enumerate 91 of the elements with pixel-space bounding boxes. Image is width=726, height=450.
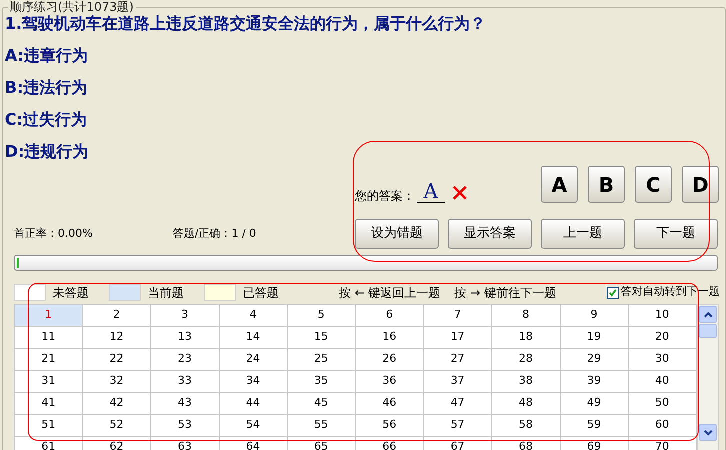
question-number-cell[interactable]: 59 bbox=[560, 415, 629, 437]
chevron-down-icon bbox=[704, 430, 712, 436]
question-number-cell[interactable]: 43 bbox=[151, 393, 220, 415]
question-number-cell[interactable]: 42 bbox=[83, 393, 152, 415]
answer-label: 您的答案： bbox=[355, 188, 415, 205]
keyboard-hint: 按 → 键前往下一题 bbox=[454, 284, 556, 302]
question-number-cell[interactable]: 52 bbox=[83, 415, 152, 437]
question-number-cell[interactable]: 57 bbox=[424, 415, 492, 437]
question-number-cell[interactable]: 14 bbox=[220, 327, 288, 349]
question-number-cell[interactable]: 9 bbox=[560, 305, 629, 327]
option-text: D:违规行为 bbox=[5, 142, 89, 162]
question-number-cell[interactable]: 47 bbox=[424, 393, 492, 415]
question-number-cell[interactable]: 24 bbox=[220, 349, 288, 371]
question-number-cell[interactable]: 33 bbox=[151, 371, 220, 393]
question-number-cell[interactable]: 41 bbox=[15, 393, 84, 415]
question-number-cell[interactable]: 37 bbox=[424, 371, 492, 393]
question-number-cell[interactable]: 1 bbox=[15, 305, 84, 327]
question-number-cell[interactable]: 30 bbox=[628, 349, 698, 371]
question-number-cell[interactable]: 54 bbox=[220, 415, 288, 437]
answer-choice-button[interactable]: A bbox=[541, 166, 578, 203]
answered-count: 答题/正确：1 / 0 bbox=[173, 227, 256, 241]
question-number-cell[interactable]: 35 bbox=[288, 371, 356, 393]
question-number-cell[interactable]: 6 bbox=[356, 305, 424, 327]
question-number-cell[interactable]: 48 bbox=[492, 393, 561, 415]
legend-label: 当前题 bbox=[148, 284, 184, 302]
option-text: C:过失行为 bbox=[5, 110, 88, 130]
answer-choice-button[interactable]: D bbox=[682, 166, 719, 203]
question-number-cell[interactable]: 25 bbox=[288, 349, 356, 371]
chevron-up-icon bbox=[704, 312, 712, 318]
checkbox-label: 答对自动转到下一题 bbox=[621, 284, 720, 300]
question-number-cell[interactable]: 11 bbox=[15, 327, 84, 349]
question-number-cell[interactable]: 5 bbox=[288, 305, 356, 327]
group-title: 顺序练习(共计1073题) bbox=[8, 0, 136, 14]
question-number-cell[interactable]: 55 bbox=[288, 415, 356, 437]
question-number-cell[interactable]: 20 bbox=[628, 327, 698, 349]
question-number-cell[interactable]: 17 bbox=[424, 327, 492, 349]
question-number-cell[interactable]: 2 bbox=[83, 305, 152, 327]
question-number-cell[interactable]: 34 bbox=[220, 371, 288, 393]
question-number-cell[interactable]: 7 bbox=[424, 305, 492, 327]
question-number-cell[interactable]: 49 bbox=[560, 393, 629, 415]
question-number-cell[interactable]: 12 bbox=[83, 327, 152, 349]
question-number-cell[interactable]: 39 bbox=[560, 371, 629, 393]
scroll-up-button[interactable] bbox=[699, 306, 717, 323]
question-number-cell[interactable]: 38 bbox=[492, 371, 561, 393]
legend-label: 已答题 bbox=[243, 284, 279, 302]
question-text: 1.驾驶机动车在道路上违反道路交通安全法的行为，属于什么行为？ bbox=[5, 14, 488, 34]
checkbox[interactable] bbox=[607, 286, 619, 298]
scrollbar[interactable] bbox=[697, 304, 719, 450]
action-button[interactable]: 设为错题 bbox=[355, 219, 439, 249]
question-number-cell[interactable]: 28 bbox=[492, 349, 561, 371]
question-number-cell[interactable]: 21 bbox=[15, 349, 84, 371]
question-number-cell[interactable]: 18 bbox=[492, 327, 561, 349]
question-number-cell[interactable]: 40 bbox=[628, 371, 698, 393]
question-number-cell[interactable]: 50 bbox=[628, 393, 698, 415]
question-number-cell[interactable]: 13 bbox=[151, 327, 220, 349]
question-number-cell[interactable]: 56 bbox=[356, 415, 424, 437]
answer-value: A bbox=[417, 180, 445, 203]
question-number-cell[interactable]: 45 bbox=[288, 393, 356, 415]
question-number-cell[interactable]: 32 bbox=[83, 371, 152, 393]
question-number-cell[interactable]: 58 bbox=[492, 415, 561, 437]
option-text: B:违法行为 bbox=[5, 78, 88, 98]
question-number-cell[interactable]: 46 bbox=[356, 393, 424, 415]
scroll-thumb[interactable] bbox=[699, 324, 717, 338]
question-number-cell[interactable]: 10 bbox=[628, 305, 698, 327]
question-number-cell[interactable]: 53 bbox=[151, 415, 220, 437]
legend-label: 未答题 bbox=[53, 284, 89, 302]
question-number-cell[interactable]: 44 bbox=[220, 393, 288, 415]
question-number-cell[interactable]: 60 bbox=[628, 415, 698, 437]
question-number-cell[interactable]: 23 bbox=[151, 349, 220, 371]
answer-choice-button[interactable]: C bbox=[635, 166, 672, 203]
option-text: A:违章行为 bbox=[5, 46, 88, 66]
question-number-cell[interactable]: 27 bbox=[424, 349, 492, 371]
keyboard-hint: 按 ← 键返回上一题 bbox=[339, 284, 441, 302]
question-number-cell[interactable]: 29 bbox=[560, 349, 629, 371]
question-number-cell[interactable]: 4 bbox=[220, 305, 288, 327]
scroll-down-button[interactable] bbox=[699, 424, 717, 441]
action-button[interactable]: 上一题 bbox=[541, 219, 625, 249]
question-number-cell[interactable]: 22 bbox=[83, 349, 152, 371]
question-number-cell[interactable]: 26 bbox=[356, 349, 424, 371]
action-button[interactable]: 显示答案 bbox=[448, 219, 532, 249]
question-number-cell[interactable]: 36 bbox=[356, 371, 424, 393]
first-correct-rate: 首正率：0.00% bbox=[14, 227, 94, 241]
action-button[interactable]: 下一题 bbox=[634, 219, 718, 249]
question-number-cell[interactable]: 3 bbox=[151, 305, 220, 327]
question-number-cell[interactable]: 19 bbox=[560, 327, 629, 349]
question-number-cell[interactable]: 31 bbox=[15, 371, 84, 393]
question-number-cell[interactable]: 51 bbox=[15, 415, 84, 437]
answer-choice-button[interactable]: B bbox=[588, 166, 625, 203]
question-number-cell[interactable]: 16 bbox=[356, 327, 424, 349]
question-number-cell[interactable]: 15 bbox=[288, 327, 356, 349]
question-number-cell[interactable]: 8 bbox=[492, 305, 561, 327]
